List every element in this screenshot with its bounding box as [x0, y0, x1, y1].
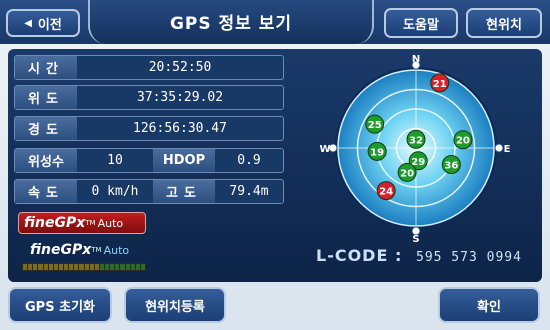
satellite-id-label: 20: [400, 168, 414, 179]
satellite-id-label: 32: [409, 135, 423, 146]
compass-north-label: N: [412, 54, 420, 65]
satellite-id-label: 25: [368, 120, 382, 131]
satellite-id-label: 20: [456, 136, 470, 147]
register-location-button[interactable]: 현위치등록: [124, 287, 226, 323]
satellite-id-label: 19: [370, 147, 384, 158]
satellite-id-label: 21: [433, 79, 447, 90]
lcode-label: L-CODE :: [316, 246, 403, 265]
gps-reset-button[interactable]: GPS 초기화: [8, 287, 112, 323]
compass-east-marker: [494, 143, 504, 153]
compass-east-label: E: [504, 144, 511, 155]
gps-info-screen: GPS 정보 보기 ◀ 이전 도움말 현위치 시간 20:52:50 위도 37…: [0, 0, 550, 330]
satellite-id-label: 24: [379, 187, 393, 198]
compass-south-label: S: [412, 234, 419, 245]
compass-west-label: W: [319, 144, 330, 155]
lcode-value: 595 573 0994: [416, 250, 522, 265]
satellite-sky-plot: NSEW212532192029 362024: [319, 54, 511, 245]
ok-button[interactable]: 확인: [438, 287, 540, 323]
satellite-id-label: 36: [444, 160, 458, 171]
